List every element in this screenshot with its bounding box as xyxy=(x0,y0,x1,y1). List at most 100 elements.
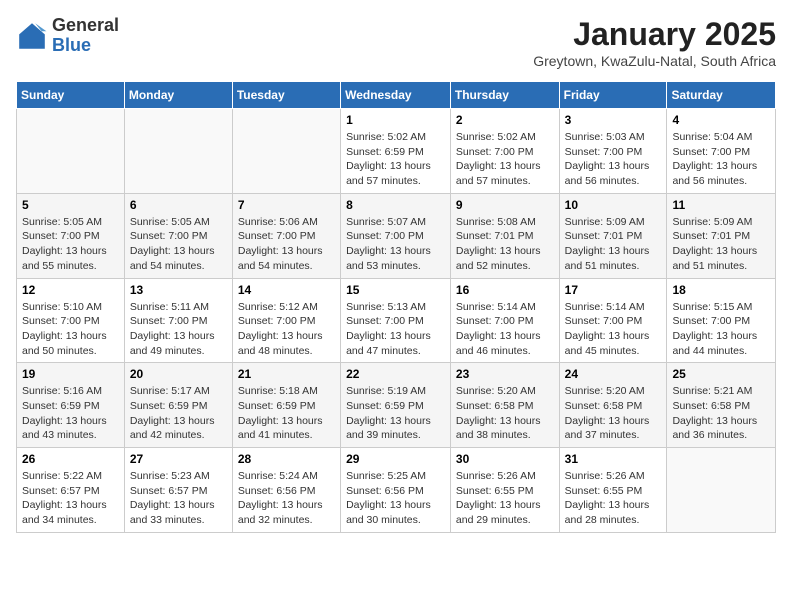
day-info: Sunrise: 5:14 AM Sunset: 7:00 PM Dayligh… xyxy=(456,300,554,359)
day-info: Sunrise: 5:11 AM Sunset: 7:00 PM Dayligh… xyxy=(130,300,227,359)
weekday-header-wednesday: Wednesday xyxy=(341,82,451,109)
calendar-cell: 11 Sunrise: 5:09 AM Sunset: 7:01 PM Dayli… xyxy=(667,193,776,278)
calendar-cell: 26 Sunrise: 5:22 AM Sunset: 6:57 PM Dayli… xyxy=(17,448,125,533)
day-number: 13 xyxy=(130,283,227,297)
day-info: Sunrise: 5:20 AM Sunset: 6:58 PM Dayligh… xyxy=(456,384,554,443)
calendar-week-row: 12 Sunrise: 5:10 AM Sunset: 7:00 PM Dayli… xyxy=(17,278,776,363)
day-number: 24 xyxy=(565,367,662,381)
day-info: Sunrise: 5:13 AM Sunset: 7:00 PM Dayligh… xyxy=(346,300,445,359)
calendar-cell: 23 Sunrise: 5:20 AM Sunset: 6:58 PM Dayli… xyxy=(450,363,559,448)
day-info: Sunrise: 5:08 AM Sunset: 7:01 PM Dayligh… xyxy=(456,215,554,274)
day-number: 3 xyxy=(565,113,662,127)
day-number: 27 xyxy=(130,452,227,466)
calendar-cell: 17Sunrise: 5:14 AM Sunset: 7:00 PM Dayli… xyxy=(559,278,667,363)
calendar-cell: 4Sunrise: 5:04 AM Sunset: 7:00 PM Daylig… xyxy=(667,109,776,194)
day-info: Sunrise: 5:05 AM Sunset: 7:00 PM Dayligh… xyxy=(22,215,119,274)
calendar-cell: 9 Sunrise: 5:08 AM Sunset: 7:01 PM Daylig… xyxy=(450,193,559,278)
calendar-cell: 29 Sunrise: 5:25 AM Sunset: 6:56 PM Dayli… xyxy=(341,448,451,533)
day-number: 30 xyxy=(456,452,554,466)
day-info: Sunrise: 5:23 AM Sunset: 6:57 PM Dayligh… xyxy=(130,469,227,528)
page-header: General Blue January 2025 Greytown, KwaZ… xyxy=(16,16,776,69)
calendar-cell: 3 Sunrise: 5:03 AM Sunset: 7:00 PM Daylig… xyxy=(559,109,667,194)
day-info: Sunrise: 5:16 AM Sunset: 6:59 PM Dayligh… xyxy=(22,384,119,443)
page-subtitle: Greytown, KwaZulu-Natal, South Africa xyxy=(533,53,776,69)
day-number: 16 xyxy=(456,283,554,297)
weekday-header-friday: Friday xyxy=(559,82,667,109)
title-block: January 2025 Greytown, KwaZulu-Natal, So… xyxy=(533,16,776,69)
calendar-cell: 5Sunrise: 5:05 AM Sunset: 7:00 PM Daylig… xyxy=(17,193,125,278)
calendar-cell: 7Sunrise: 5:06 AM Sunset: 7:00 PM Daylig… xyxy=(232,193,340,278)
calendar-cell xyxy=(667,448,776,533)
day-number: 8 xyxy=(346,198,445,212)
day-number: 26 xyxy=(22,452,119,466)
day-number: 31 xyxy=(565,452,662,466)
calendar-cell: 19 Sunrise: 5:16 AM Sunset: 6:59 PM Dayli… xyxy=(17,363,125,448)
day-number: 10 xyxy=(565,198,662,212)
day-info: Sunrise: 5:22 AM Sunset: 6:57 PM Dayligh… xyxy=(22,469,119,528)
day-info: Sunrise: 5:19 AM Sunset: 6:59 PM Dayligh… xyxy=(346,384,445,443)
weekday-header-tuesday: Tuesday xyxy=(232,82,340,109)
page-title: January 2025 xyxy=(533,16,776,53)
day-info: Sunrise: 5:26 AM Sunset: 6:55 PM Dayligh… xyxy=(565,469,662,528)
calendar-cell xyxy=(17,109,125,194)
calendar-cell: 1Sunrise: 5:02 AM Sunset: 6:59 PM Daylig… xyxy=(341,109,451,194)
day-info: Sunrise: 5:03 AM Sunset: 7:00 PM Dayligh… xyxy=(565,130,662,189)
day-info: Sunrise: 5:15 AM Sunset: 7:00 PM Dayligh… xyxy=(672,300,770,359)
day-info: Sunrise: 5:17 AM Sunset: 6:59 PM Dayligh… xyxy=(130,384,227,443)
day-info: Sunrise: 5:10 AM Sunset: 7:00 PM Dayligh… xyxy=(22,300,119,359)
calendar-cell: 8Sunrise: 5:07 AM Sunset: 7:00 PM Daylig… xyxy=(341,193,451,278)
logo-icon xyxy=(16,20,48,52)
calendar-cell: 6 Sunrise: 5:05 AM Sunset: 7:00 PM Daylig… xyxy=(124,193,232,278)
day-number: 9 xyxy=(456,198,554,212)
calendar-cell: 12 Sunrise: 5:10 AM Sunset: 7:00 PM Dayli… xyxy=(17,278,125,363)
day-info: Sunrise: 5:24 AM Sunset: 6:56 PM Dayligh… xyxy=(238,469,335,528)
day-number: 6 xyxy=(130,198,227,212)
calendar-table: SundayMondayTuesdayWednesdayThursdayFrid… xyxy=(16,81,776,533)
day-number: 29 xyxy=(346,452,445,466)
day-info: Sunrise: 5:20 AM Sunset: 6:58 PM Dayligh… xyxy=(565,384,662,443)
day-number: 15 xyxy=(346,283,445,297)
calendar-cell: 27 Sunrise: 5:23 AM Sunset: 6:57 PM Dayli… xyxy=(124,448,232,533)
calendar-week-row: 26 Sunrise: 5:22 AM Sunset: 6:57 PM Dayli… xyxy=(17,448,776,533)
calendar-cell: 10 Sunrise: 5:09 AM Sunset: 7:01 PM Dayli… xyxy=(559,193,667,278)
calendar-week-row: 19 Sunrise: 5:16 AM Sunset: 6:59 PM Dayli… xyxy=(17,363,776,448)
calendar-cell: 20Sunrise: 5:17 AM Sunset: 6:59 PM Dayli… xyxy=(124,363,232,448)
day-number: 23 xyxy=(456,367,554,381)
calendar-cell: 31 Sunrise: 5:26 AM Sunset: 6:55 PM Dayli… xyxy=(559,448,667,533)
day-number: 18 xyxy=(672,283,770,297)
day-number: 19 xyxy=(22,367,119,381)
logo-general-text: General xyxy=(52,15,119,35)
day-info: Sunrise: 5:25 AM Sunset: 6:56 PM Dayligh… xyxy=(346,469,445,528)
day-number: 1 xyxy=(346,113,445,127)
calendar-cell: 16 Sunrise: 5:14 AM Sunset: 7:00 PM Dayli… xyxy=(450,278,559,363)
calendar-cell: 21 Sunrise: 5:18 AM Sunset: 6:59 PM Dayli… xyxy=(232,363,340,448)
calendar-cell: 18 Sunrise: 5:15 AM Sunset: 7:00 PM Dayli… xyxy=(667,278,776,363)
day-info: Sunrise: 5:26 AM Sunset: 6:55 PM Dayligh… xyxy=(456,469,554,528)
day-number: 4 xyxy=(672,113,770,127)
day-number: 25 xyxy=(672,367,770,381)
calendar-cell: 2Sunrise: 5:02 AM Sunset: 7:00 PM Daylig… xyxy=(450,109,559,194)
day-number: 11 xyxy=(672,198,770,212)
day-number: 14 xyxy=(238,283,335,297)
day-info: Sunrise: 5:09 AM Sunset: 7:01 PM Dayligh… xyxy=(672,215,770,274)
calendar-cell: 25Sunrise: 5:21 AM Sunset: 6:58 PM Dayli… xyxy=(667,363,776,448)
day-info: Sunrise: 5:18 AM Sunset: 6:59 PM Dayligh… xyxy=(238,384,335,443)
weekday-header-sunday: Sunday xyxy=(17,82,125,109)
day-info: Sunrise: 5:05 AM Sunset: 7:00 PM Dayligh… xyxy=(130,215,227,274)
weekday-header-monday: Monday xyxy=(124,82,232,109)
calendar-week-row: 5Sunrise: 5:05 AM Sunset: 7:00 PM Daylig… xyxy=(17,193,776,278)
calendar-cell: 15 Sunrise: 5:13 AM Sunset: 7:00 PM Dayli… xyxy=(341,278,451,363)
calendar-cell: 13 Sunrise: 5:11 AM Sunset: 7:00 PM Dayli… xyxy=(124,278,232,363)
calendar-cell: 22Sunrise: 5:19 AM Sunset: 6:59 PM Dayli… xyxy=(341,363,451,448)
day-number: 7 xyxy=(238,198,335,212)
weekday-header-thursday: Thursday xyxy=(450,82,559,109)
calendar-cell: 14Sunrise: 5:12 AM Sunset: 7:00 PM Dayli… xyxy=(232,278,340,363)
day-number: 2 xyxy=(456,113,554,127)
logo-blue-text: Blue xyxy=(52,35,91,55)
day-number: 21 xyxy=(238,367,335,381)
calendar-week-row: 1Sunrise: 5:02 AM Sunset: 6:59 PM Daylig… xyxy=(17,109,776,194)
calendar-cell xyxy=(232,109,340,194)
day-info: Sunrise: 5:09 AM Sunset: 7:01 PM Dayligh… xyxy=(565,215,662,274)
day-info: Sunrise: 5:14 AM Sunset: 7:00 PM Dayligh… xyxy=(565,300,662,359)
day-number: 12 xyxy=(22,283,119,297)
